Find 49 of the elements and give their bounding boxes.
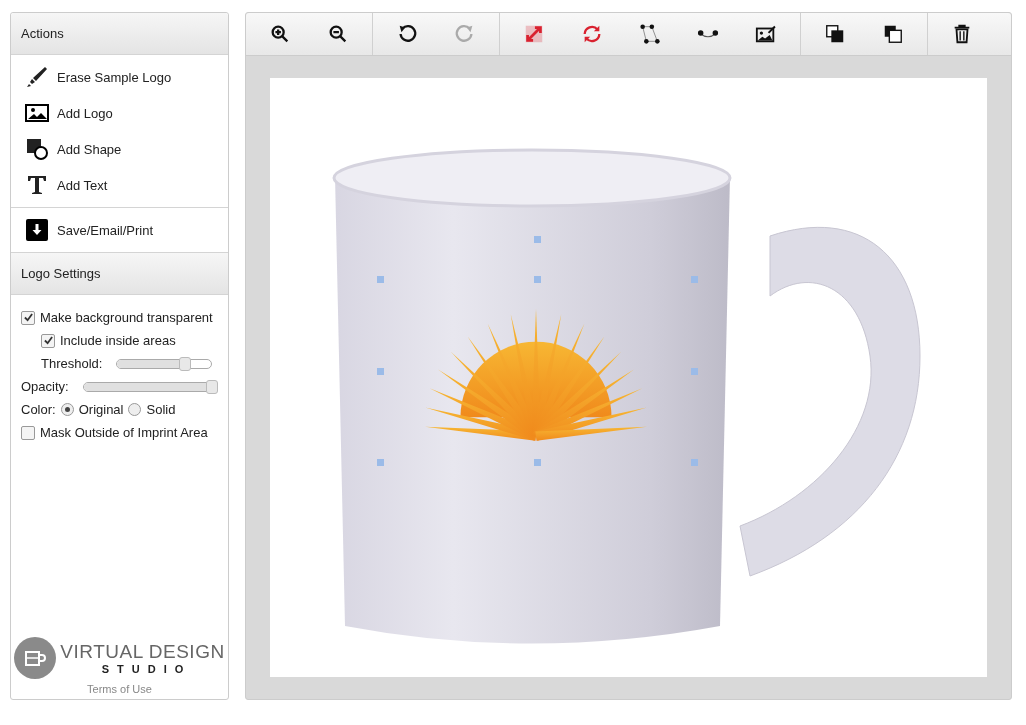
selection-handle[interactable] xyxy=(377,276,384,283)
panel-header: Actions xyxy=(11,13,228,55)
selection-handle[interactable] xyxy=(377,368,384,375)
selection-handle[interactable] xyxy=(534,276,541,283)
resize-icon xyxy=(523,23,545,45)
selection-handle[interactable] xyxy=(691,459,698,466)
action-item[interactable]: Erase Sample Logo xyxy=(11,59,228,95)
checkbox-label: Include inside areas xyxy=(60,333,176,348)
radio-button[interactable] xyxy=(128,403,142,416)
checkbox[interactable] xyxy=(41,333,55,348)
panel-header: Logo Settings xyxy=(11,253,228,295)
checkbox[interactable] xyxy=(21,425,35,440)
zoom-out-icon xyxy=(327,23,349,45)
marker-icon xyxy=(25,65,49,89)
selection-handle[interactable] xyxy=(377,459,384,466)
shape-icon xyxy=(25,137,49,161)
send-to-back-icon xyxy=(882,23,904,45)
download-icon xyxy=(25,218,49,242)
radio-label: Original xyxy=(78,402,124,417)
radio-label: Solid xyxy=(146,402,176,417)
cup-logo-icon xyxy=(14,637,57,679)
selection-handle[interactable] xyxy=(691,276,698,283)
terms-link[interactable]: Terms of Use xyxy=(87,683,152,695)
checkbox-label: Make background transparent xyxy=(40,310,213,325)
selection-handle[interactable] xyxy=(534,236,541,243)
zoom-in-icon xyxy=(269,23,291,45)
slider[interactable] xyxy=(116,356,213,371)
action-item[interactable]: Add Shape xyxy=(11,131,228,167)
bring-to-front-icon xyxy=(824,23,846,45)
edit-image-icon xyxy=(755,23,777,45)
nodes-icon xyxy=(639,23,661,45)
selection-handle[interactable] xyxy=(691,368,698,375)
checkbox[interactable] xyxy=(21,310,35,325)
checkbox-label: Mask Outside of Imprint Area xyxy=(40,425,208,440)
action-item[interactable]: Add Logo xyxy=(11,95,228,131)
slider-handle[interactable] xyxy=(206,379,218,394)
selection-handle[interactable] xyxy=(534,459,541,466)
logo-subtitle: STUDIO xyxy=(101,663,192,675)
slider[interactable] xyxy=(82,379,218,394)
rotate-icon xyxy=(581,23,603,45)
radio-group-label: Color: xyxy=(21,402,56,417)
logo-title: VIRTUAL DESIGN xyxy=(60,641,225,663)
slider-label: Opacity: xyxy=(21,379,69,394)
image-icon xyxy=(25,101,49,125)
radio-button[interactable] xyxy=(60,403,74,416)
action-item[interactable]: Add Text xyxy=(11,167,228,203)
text-icon xyxy=(25,173,49,197)
action-item[interactable]: Save/Email/Print xyxy=(11,212,228,248)
slider-label: Threshold: xyxy=(41,356,103,371)
